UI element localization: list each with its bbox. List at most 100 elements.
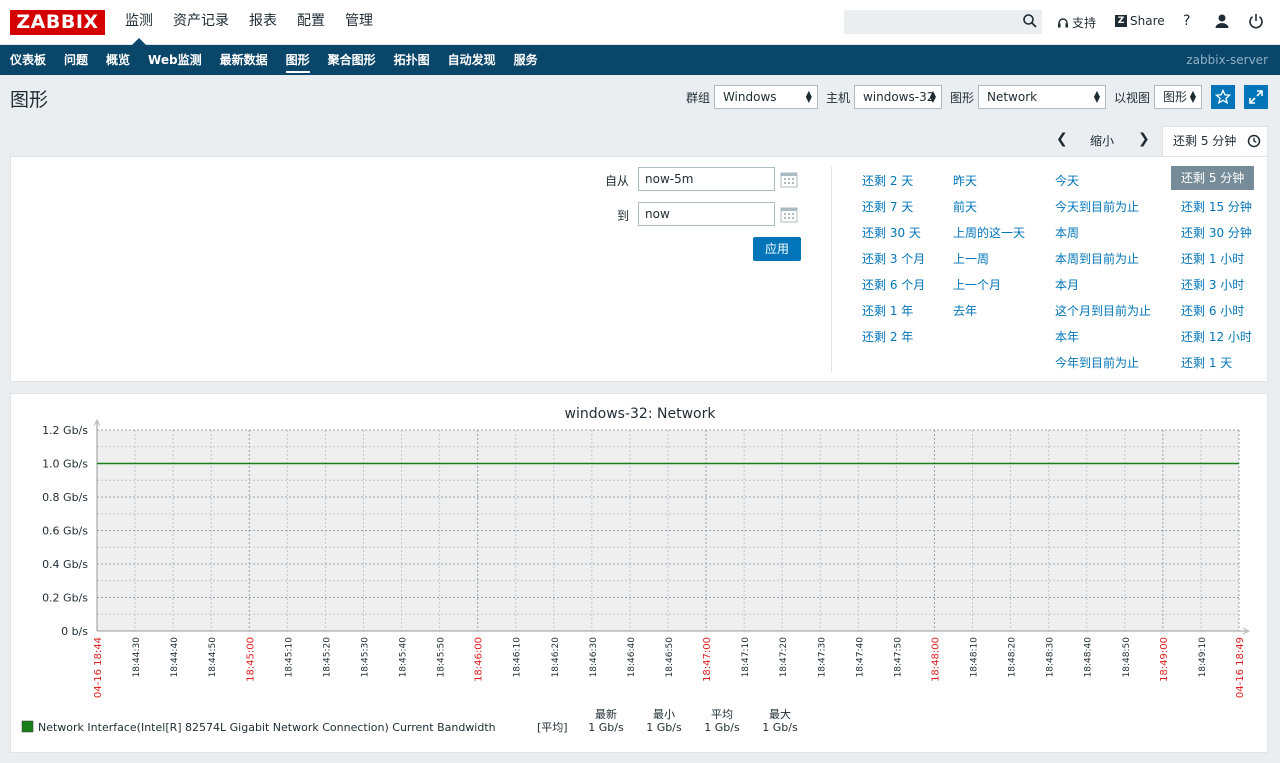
page-title: 图形 xyxy=(10,89,49,111)
group-label: 群组 xyxy=(685,90,710,105)
quick-range-link[interactable]: 还剩 6 个月 xyxy=(862,276,925,293)
from-input[interactable]: now-5m xyxy=(638,167,775,191)
calendar-icon[interactable] xyxy=(780,206,798,223)
zoom-out-button[interactable]: 缩小 xyxy=(1090,132,1114,149)
quick-range-link[interactable]: 还剩 1 小时 xyxy=(1181,250,1244,267)
group-select-value: Windows xyxy=(722,90,777,104)
quick-range-link[interactable]: 还剩 30 分钟 xyxy=(1181,224,1252,241)
fullscreen-button[interactable] xyxy=(1244,85,1268,109)
time-period-tab-label: 还剩 5 分钟 xyxy=(1173,134,1237,148)
quick-range-link[interactable]: 本月 xyxy=(1055,276,1079,293)
view-select[interactable]: 图形 ▲ ▼ xyxy=(1154,85,1202,109)
quick-range-link[interactable]: 今天 xyxy=(1055,172,1079,189)
quick-range-link[interactable]: 本年 xyxy=(1055,328,1079,345)
legend-series-name: Network Interface(Intel[R] 82574L Gigabi… xyxy=(38,721,496,734)
y-tick-label: 0.2 Gb/s xyxy=(42,592,88,605)
x-tick-label: 18:45:20 xyxy=(322,637,332,678)
x-tick-label: 18:48:40 xyxy=(1084,637,1094,678)
quick-range-link[interactable]: 还剩 2 年 xyxy=(862,328,913,345)
to-label: 到 xyxy=(616,209,629,223)
sub-menu-item[interactable]: Web监测 xyxy=(148,45,202,75)
quick-range-link[interactable]: 还剩 2 天 xyxy=(862,172,913,189)
share-link[interactable]: Z Share xyxy=(1115,14,1165,28)
quick-range-link[interactable]: 今年到目前为止 xyxy=(1055,354,1139,371)
quick-range-link[interactable]: 还剩 3 个月 xyxy=(862,250,925,267)
to-input[interactable]: now xyxy=(638,202,775,226)
group-select[interactable]: Windows ▲ ▼ xyxy=(713,85,818,109)
quick-range-link[interactable]: 还剩 12 小时 xyxy=(1181,328,1252,345)
search-icon[interactable] xyxy=(1022,12,1038,30)
sub-menu-item[interactable]: 概览 xyxy=(106,45,130,75)
quick-range-link[interactable]: 还剩 5 分钟 xyxy=(1171,166,1255,190)
quick-range-link[interactable]: 还剩 1 年 xyxy=(862,302,913,319)
help-button[interactable]: ? xyxy=(1183,13,1190,29)
graph-select[interactable]: Network ▲ ▼ xyxy=(977,85,1106,109)
quick-range-link[interactable]: 这个月到目前为止 xyxy=(1055,302,1151,319)
calendar-icon[interactable] xyxy=(780,171,798,188)
top-header: ZABBIX 监测 资产记录 报表 配置 管理 支持 Z Share ? xyxy=(0,0,1280,45)
quick-range-link[interactable]: 前天 xyxy=(953,198,977,215)
sub-menu-item[interactable]: 聚合图形 xyxy=(328,45,376,75)
select-arrows-icon: ▲ ▼ xyxy=(1189,89,1196,104)
quick-range-link[interactable]: 上一个月 xyxy=(953,276,1001,293)
server-name: zabbix-server xyxy=(1186,53,1268,67)
x-tick-label: 18:45:30 xyxy=(360,637,370,678)
quick-range-link[interactable]: 本周 xyxy=(1055,224,1079,241)
time-prev-icon[interactable]: ❮ xyxy=(1056,131,1068,147)
quick-range-link[interactable]: 还剩 3 小时 xyxy=(1181,276,1244,293)
support-link[interactable]: 支持 xyxy=(1057,14,1096,31)
sign-out-icon[interactable] xyxy=(1248,13,1264,29)
main-menu-item[interactable]: 资产记录 xyxy=(173,0,229,45)
time-next-icon[interactable]: ❯ xyxy=(1138,131,1150,147)
quick-range-link[interactable]: 还剩 7 天 xyxy=(862,198,913,215)
x-tick-label: 18:46:40 xyxy=(627,637,637,678)
x-tick-label: 18:46:50 xyxy=(665,637,675,678)
star-icon xyxy=(1215,89,1231,105)
quick-range-link[interactable]: 昨天 xyxy=(953,172,977,189)
sub-menu-item[interactable]: 服务 xyxy=(514,45,538,75)
main-menu-item[interactable]: 配置 xyxy=(297,0,325,45)
graph-label: 图形 xyxy=(949,90,974,105)
y-tick-label: 0.6 Gb/s xyxy=(42,525,88,538)
main-menu-item[interactable]: 报表 xyxy=(249,0,277,45)
sub-menu-item[interactable]: 问题 xyxy=(64,45,88,75)
host-select[interactable]: windows-32 ▲ ▼ xyxy=(853,85,942,109)
sub-menu-item[interactable]: 仪表板 xyxy=(10,45,46,75)
graph-filters: 群组 Windows ▲ ▼ 主机 windows-32 ▲ ▼ 图形 Networ… xyxy=(678,85,1268,109)
sub-menu-items: 仪表板 问题 概览 Web监测 最新数据 图形 聚合图形 拓扑图 自动发现 服务 xyxy=(10,45,556,75)
apply-button[interactable]: 应用 xyxy=(753,237,801,261)
user-profile-icon[interactable] xyxy=(1214,13,1230,29)
x-tick-label: 18:46:30 xyxy=(589,637,599,678)
quick-range-link[interactable]: 还剩 15 分钟 xyxy=(1181,198,1252,215)
add-to-favorites-button[interactable] xyxy=(1211,85,1235,109)
quick-range-link[interactable]: 上一周 xyxy=(953,250,989,267)
quick-range-link[interactable]: 去年 xyxy=(953,302,977,319)
sub-menu-item[interactable]: 拓扑图 xyxy=(394,45,430,75)
y-tick-label: 1.0 Gb/s xyxy=(42,458,88,471)
legend-stat-value: 1 Gb/s xyxy=(704,721,740,734)
x-tick-label: 18:47:30 xyxy=(817,637,827,678)
sub-menu-item[interactable]: 自动发现 xyxy=(448,45,496,75)
quick-range-link[interactable]: 上周的这一天 xyxy=(953,224,1025,241)
time-controls: ❮ 缩小 ❯ 还剩 5 分钟 xyxy=(1050,126,1270,157)
select-arrows-icon: ▲ ▼ xyxy=(929,89,936,104)
quick-range-link[interactable]: 还剩 30 天 xyxy=(862,224,921,241)
search-input[interactable] xyxy=(844,10,1042,34)
zabbix-logo[interactable]: ZABBIX xyxy=(10,10,105,35)
x-tick-label: 04-16 18:49 xyxy=(1235,637,1246,698)
x-tick-label: 18:48:30 xyxy=(1046,637,1056,678)
quick-range-link[interactable]: 还剩 6 小时 xyxy=(1181,302,1244,319)
main-menu-item[interactable]: 监测 xyxy=(125,0,153,45)
y-tick-label: 0.4 Gb/s xyxy=(42,558,88,571)
view-label: 以视图 xyxy=(1113,90,1150,105)
sub-menu-item[interactable]: 最新数据 xyxy=(220,45,268,75)
time-period-tab[interactable]: 还剩 5 分钟 xyxy=(1162,126,1268,157)
sub-menu-item[interactable]: 图形 xyxy=(285,45,310,75)
main-menu: 监测 资产记录 报表 配置 管理 xyxy=(125,0,393,45)
graph-title: windows-32: Network xyxy=(565,406,717,422)
main-menu-item[interactable]: 管理 xyxy=(345,0,373,45)
quick-range-link[interactable]: 还剩 1 天 xyxy=(1181,354,1232,371)
quick-range-link[interactable]: 本周到目前为止 xyxy=(1055,250,1139,267)
quick-range-link[interactable]: 今天到目前为止 xyxy=(1055,198,1139,215)
time-filter-panel: 自从 now-5m 到 now 应用 还剩 2 天还剩 7 天还剩 30 天还剩… xyxy=(10,156,1268,382)
